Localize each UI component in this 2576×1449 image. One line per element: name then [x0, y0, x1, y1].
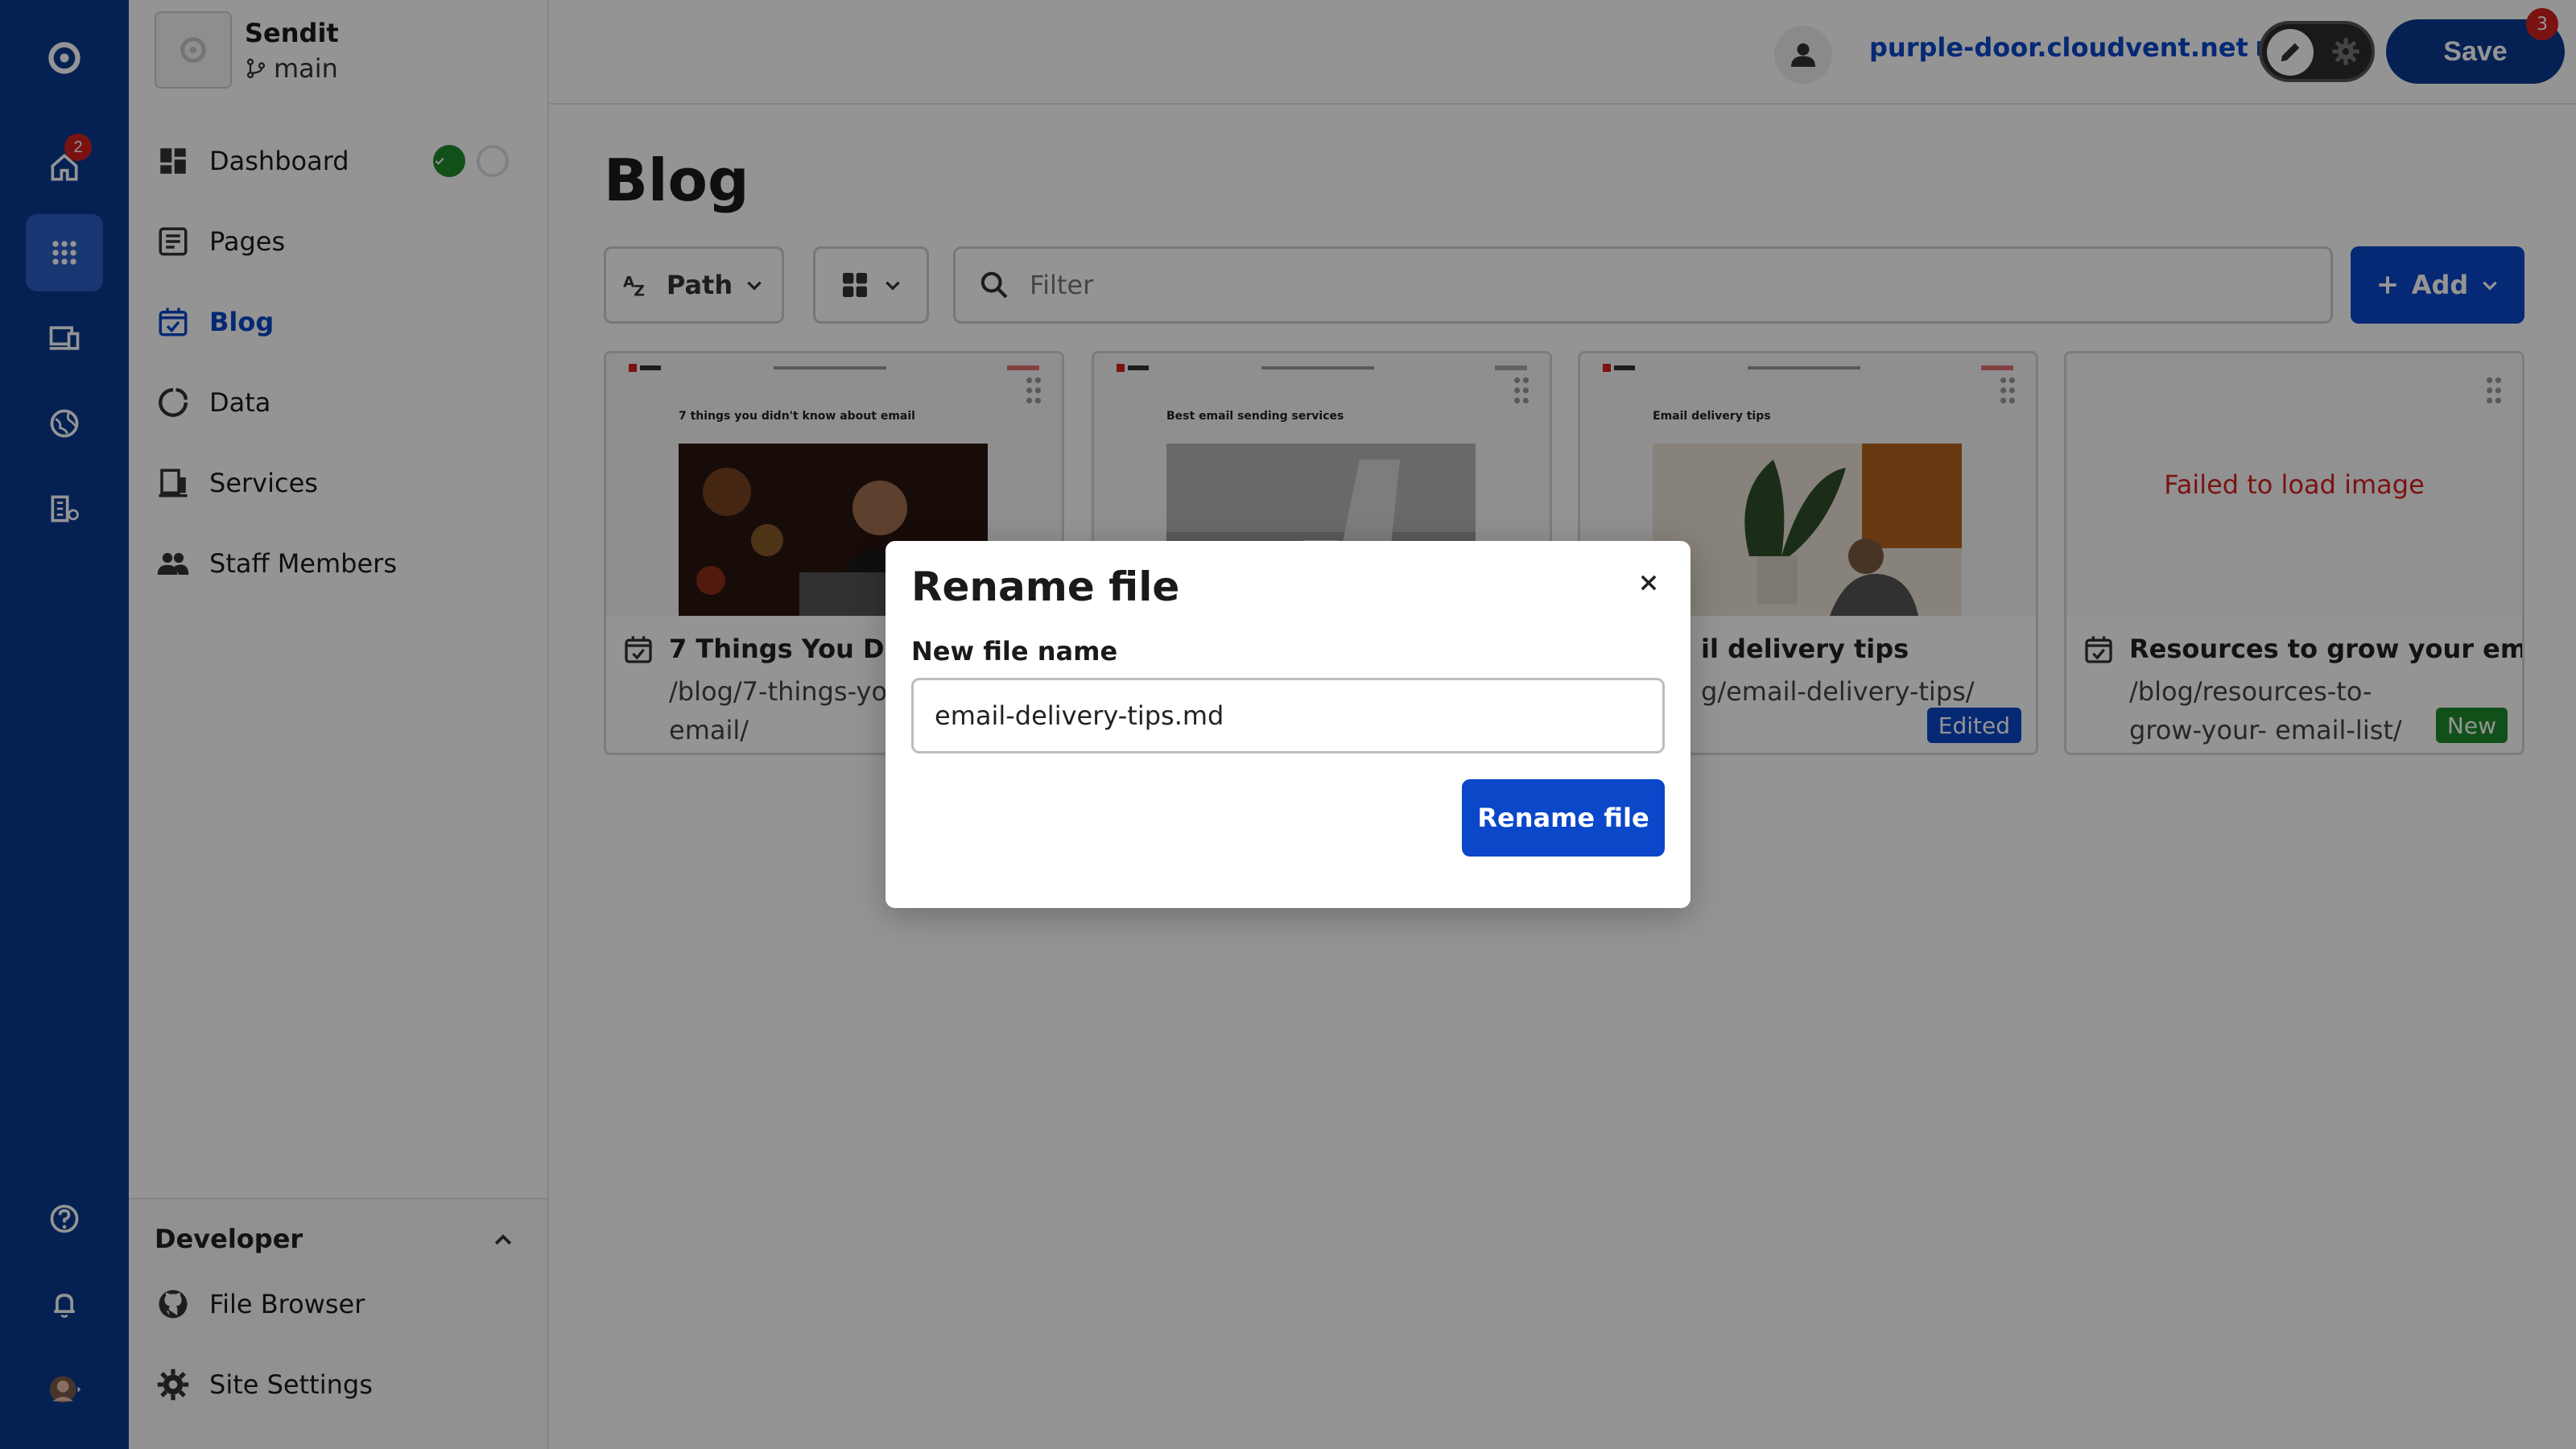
rename-file-dialog: Rename file New file name Rename file: [886, 541, 1690, 908]
rename-file-button[interactable]: Rename file: [1462, 779, 1665, 857]
file-name-label: New file name: [911, 636, 1118, 667]
dialog-title: Rename file: [911, 564, 1180, 610]
file-name-input[interactable]: [911, 678, 1665, 753]
close-icon[interactable]: [1631, 565, 1666, 601]
